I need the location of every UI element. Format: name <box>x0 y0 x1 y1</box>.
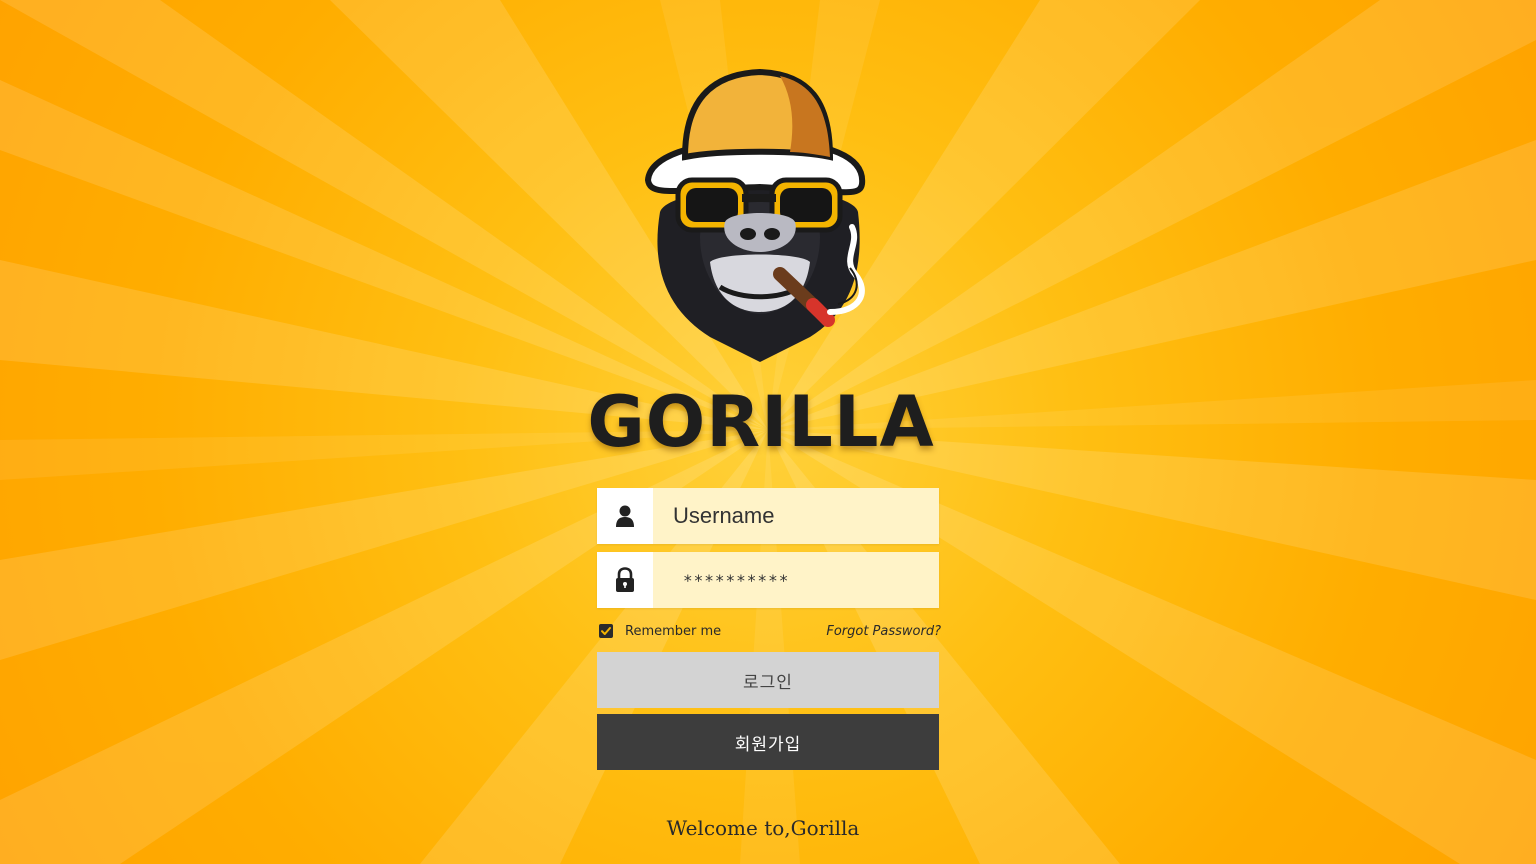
remember-me-label: Remember me <box>625 623 722 639</box>
brand-title: GORILLA <box>587 381 935 463</box>
signup-button[interactable]: 회원가입 <box>597 714 939 770</box>
login-options-row: Remember me Forgot Password? <box>597 620 941 642</box>
password-input[interactable] <box>653 552 939 608</box>
remember-me-checkbox[interactable] <box>599 624 613 638</box>
username-field <box>597 488 939 544</box>
login-button[interactable]: 로그인 <box>597 652 939 708</box>
username-input[interactable] <box>653 488 939 544</box>
remember-me[interactable]: Remember me <box>597 624 721 639</box>
forgot-password-link[interactable]: Forgot Password? <box>826 624 941 639</box>
password-field <box>597 552 939 608</box>
welcome-text: Welcome to,Gorilla <box>666 816 860 840</box>
username-input-wrap <box>653 488 939 544</box>
lock-icon <box>597 552 653 608</box>
check-icon <box>601 627 611 635</box>
user-icon <box>597 488 653 544</box>
gorilla-mascot-icon <box>630 62 890 372</box>
password-input-wrap <box>653 552 939 608</box>
